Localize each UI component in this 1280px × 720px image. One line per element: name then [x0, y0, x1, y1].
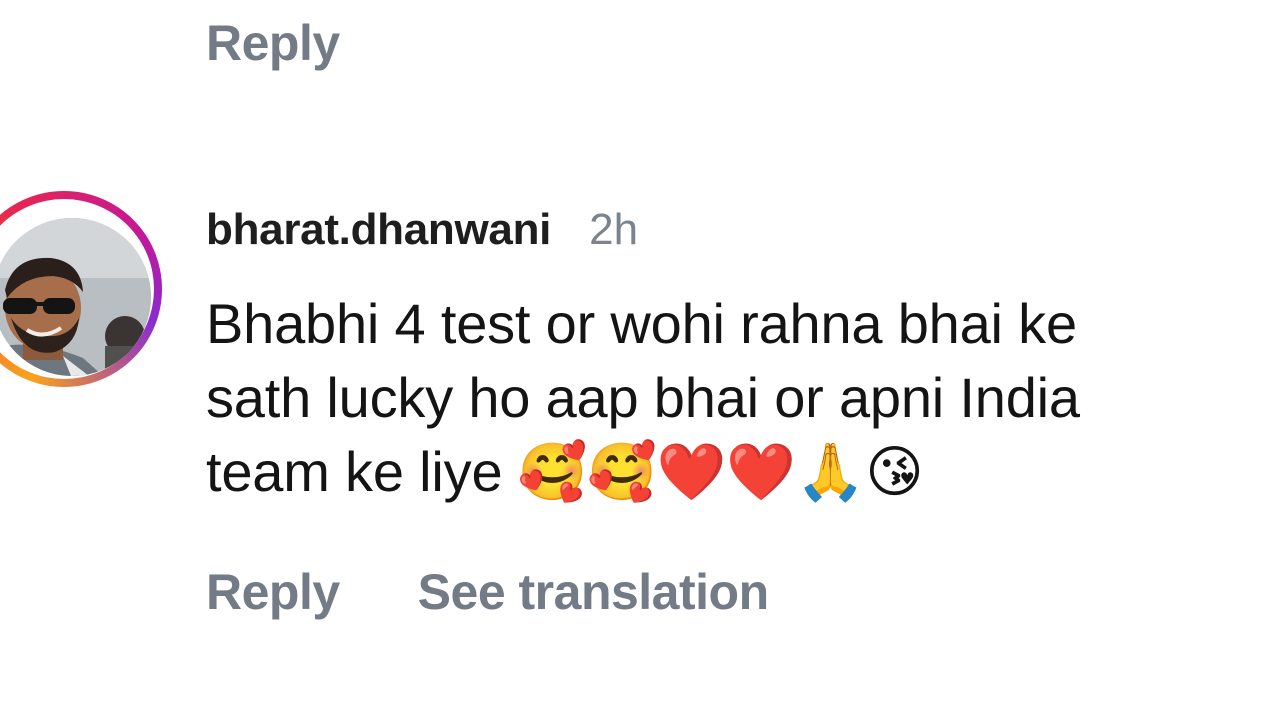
- comment-text: Bhabhi 4 test or wohi rahna bhai ke sath…: [206, 292, 1080, 503]
- previous-reply-button[interactable]: Reply: [206, 14, 340, 72]
- comment: bharat.dhanwani 2h Bhabhi 4 test or wohi…: [206, 205, 1266, 509]
- comment-actions: Reply See translation: [206, 563, 769, 621]
- comment-thread: Reply bharat.dhanwani 2h Bhabhi 4 test o…: [0, 0, 1280, 720]
- comment-meta: bharat.dhanwani 2h: [206, 205, 1266, 265]
- see-translation-button[interactable]: See translation: [418, 563, 769, 621]
- user-profile-photo-icon: [0, 218, 151, 376]
- story-ring[interactable]: [0, 191, 162, 387]
- username-link[interactable]: bharat.dhanwani: [206, 205, 551, 255]
- timestamp: 2h: [589, 205, 639, 254]
- reply-button[interactable]: Reply: [206, 563, 340, 621]
- avatar[interactable]: [0, 218, 151, 376]
